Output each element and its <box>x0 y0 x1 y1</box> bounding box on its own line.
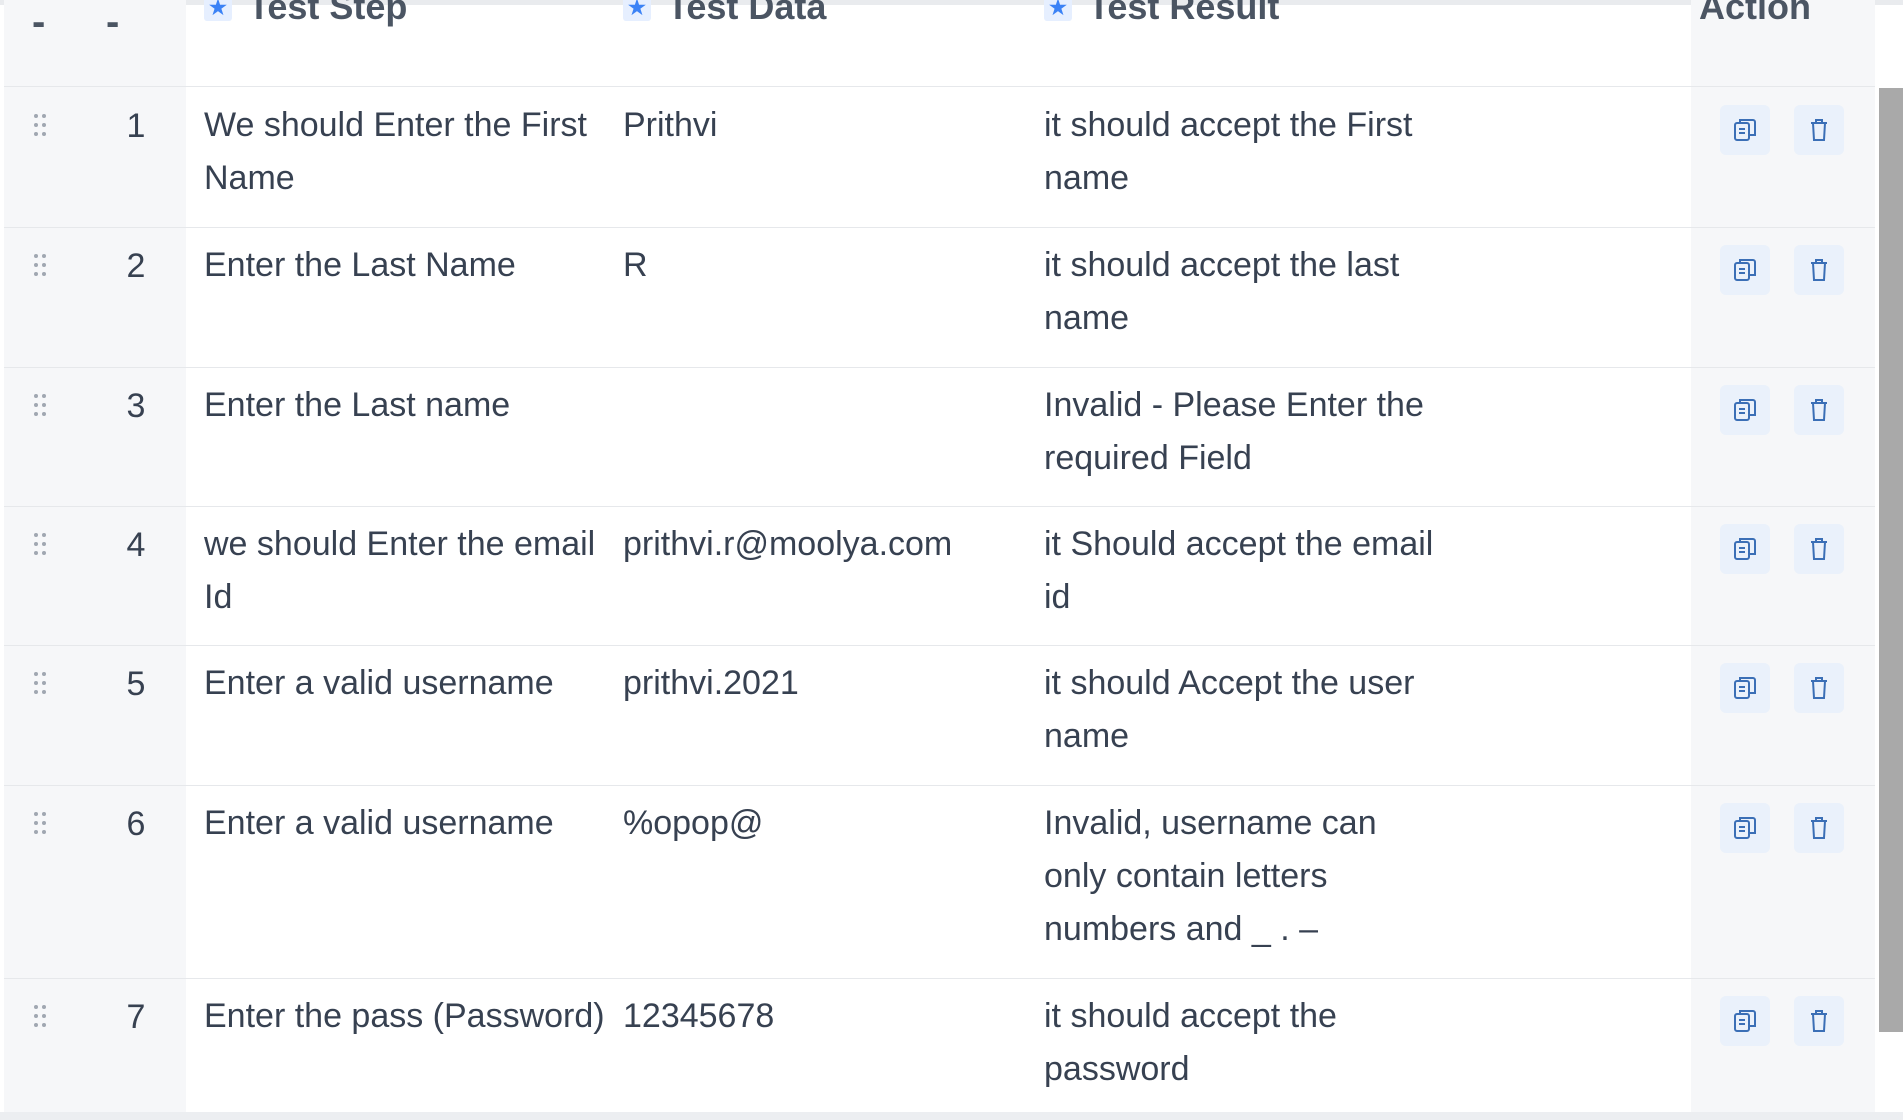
drag-handle-icon[interactable] <box>34 114 54 144</box>
trash-icon <box>1804 255 1834 285</box>
pin-icon[interactable]: ★ <box>1044 0 1072 21</box>
header-action-label: Action <box>1699 0 1811 27</box>
test-steps-view: - - ★ Test Step ★ Test Data ★ Test Resul… <box>0 0 1903 1120</box>
drag-handle-icon[interactable] <box>34 533 54 563</box>
row-number: 5 <box>126 665 146 703</box>
copy-icon <box>1730 813 1760 843</box>
test-result-cell[interactable]: it should accept the First name <box>1044 99 1444 205</box>
copy-icon <box>1730 115 1760 145</box>
table-header: - - ★ Test Step ★ Test Data ★ Test Resul… <box>4 0 1875 87</box>
test-data-cell[interactable]: 12345678 <box>623 990 1043 1043</box>
header-test-result[interactable]: ★ Test Result <box>1044 0 1279 28</box>
header-action: Action <box>1699 0 1811 28</box>
copy-row-button[interactable] <box>1720 803 1770 853</box>
trash-icon <box>1804 1006 1834 1036</box>
test-data-cell[interactable]: prithvi.r@moolya.com <box>623 518 1043 571</box>
header-test-result-label: Test Result <box>1088 0 1280 27</box>
pin-icon[interactable]: ★ <box>204 0 232 21</box>
drag-handle-icon[interactable] <box>34 394 54 424</box>
row-number: 7 <box>126 998 146 1036</box>
test-step-cell[interactable]: we should Enter the email Id <box>204 518 614 624</box>
table-row: 2 Enter the Last Name Rit should accept th… <box>4 227 1875 368</box>
header-test-data[interactable]: ★ Test Data <box>623 0 826 28</box>
test-steps-table: - - ★ Test Step ★ Test Data ★ Test Resul… <box>4 0 1875 1120</box>
delete-row-button[interactable] <box>1794 385 1844 435</box>
trash-icon <box>1804 673 1834 703</box>
test-result-cell[interactable]: it Should accept the email id <box>1044 518 1444 624</box>
bottom-border <box>0 1112 1903 1120</box>
test-result-cell[interactable]: it should accept the last name <box>1044 239 1444 345</box>
drag-handle-icon[interactable] <box>34 672 54 702</box>
table-row: 4 we should Enter the email Id prithvi.r@m… <box>4 506 1875 646</box>
delete-row-button[interactable] <box>1794 803 1844 853</box>
table-row: 1 We should Enter the First Name Prithvi it… <box>4 87 1875 228</box>
test-step-cell[interactable]: Enter a valid username <box>204 657 614 710</box>
row-number: 6 <box>126 805 146 843</box>
test-data-cell[interactable]: prithvi.2021 <box>623 657 1043 710</box>
drag-handle-icon[interactable] <box>34 1005 54 1035</box>
scrollbar-thumb[interactable] <box>1879 88 1903 1032</box>
copy-row-button[interactable] <box>1720 105 1770 155</box>
row-number: 4 <box>126 526 146 564</box>
trash-icon <box>1804 115 1834 145</box>
copy-row-button[interactable] <box>1720 245 1770 295</box>
row-number: 1 <box>126 107 146 145</box>
test-result-cell[interactable]: Invalid - Please Enter the required Fiel… <box>1044 379 1444 485</box>
table-row: 5 Enter a valid username prithvi.2021 it sh… <box>4 645 1875 786</box>
row-number: 3 <box>126 387 146 425</box>
copy-icon <box>1730 1006 1760 1036</box>
test-step-cell[interactable]: Enter a valid username <box>204 797 614 850</box>
test-step-cell[interactable]: Enter the pass (Password) <box>204 990 614 1043</box>
delete-row-button[interactable] <box>1794 105 1844 155</box>
test-step-cell[interactable]: Enter the Last Name <box>204 239 614 292</box>
test-data-cell[interactable]: R <box>623 239 1043 292</box>
table-row: 7 Enter the pass (Password) 12345678 it sho… <box>4 978 1875 1119</box>
row-number: 2 <box>126 247 146 285</box>
copy-icon <box>1730 395 1760 425</box>
test-data-cell[interactable]: %opop@ <box>623 797 1043 850</box>
drag-handle-icon[interactable] <box>34 254 54 284</box>
trash-icon <box>1804 534 1834 564</box>
table-row: 6 Enter a valid username %opop@ Invalid, us… <box>4 785 1875 979</box>
header-number-column: - <box>106 0 120 44</box>
header-drag-column: - <box>32 0 46 44</box>
copy-row-button[interactable] <box>1720 524 1770 574</box>
copy-row-button[interactable] <box>1720 385 1770 435</box>
test-result-cell[interactable]: it should Accept the user name <box>1044 657 1444 763</box>
header-test-data-label: Test Data <box>667 0 827 27</box>
test-data-cell[interactable]: Prithvi <box>623 99 1043 152</box>
test-step-cell[interactable]: Enter the Last name <box>204 379 614 432</box>
copy-row-button[interactable] <box>1720 996 1770 1046</box>
trash-icon <box>1804 395 1834 425</box>
test-result-cell[interactable]: it should accept the password <box>1044 990 1444 1096</box>
copy-icon <box>1730 673 1760 703</box>
delete-row-button[interactable] <box>1794 996 1844 1046</box>
header-test-step[interactable]: ★ Test Step <box>204 0 407 28</box>
table-row: 3 Enter the Last name Invalid - Please Ent… <box>4 367 1875 507</box>
test-step-cell[interactable]: We should Enter the First Name <box>204 99 614 205</box>
trash-icon <box>1804 813 1834 843</box>
delete-row-button[interactable] <box>1794 663 1844 713</box>
delete-row-button[interactable] <box>1794 245 1844 295</box>
header-test-step-label: Test Step <box>248 0 408 27</box>
drag-handle-icon[interactable] <box>34 812 54 842</box>
pin-icon[interactable]: ★ <box>623 0 651 21</box>
copy-icon <box>1730 534 1760 564</box>
copy-icon <box>1730 255 1760 285</box>
delete-row-button[interactable] <box>1794 524 1844 574</box>
test-result-cell[interactable]: Invalid, username can only contain lette… <box>1044 797 1444 956</box>
copy-row-button[interactable] <box>1720 663 1770 713</box>
